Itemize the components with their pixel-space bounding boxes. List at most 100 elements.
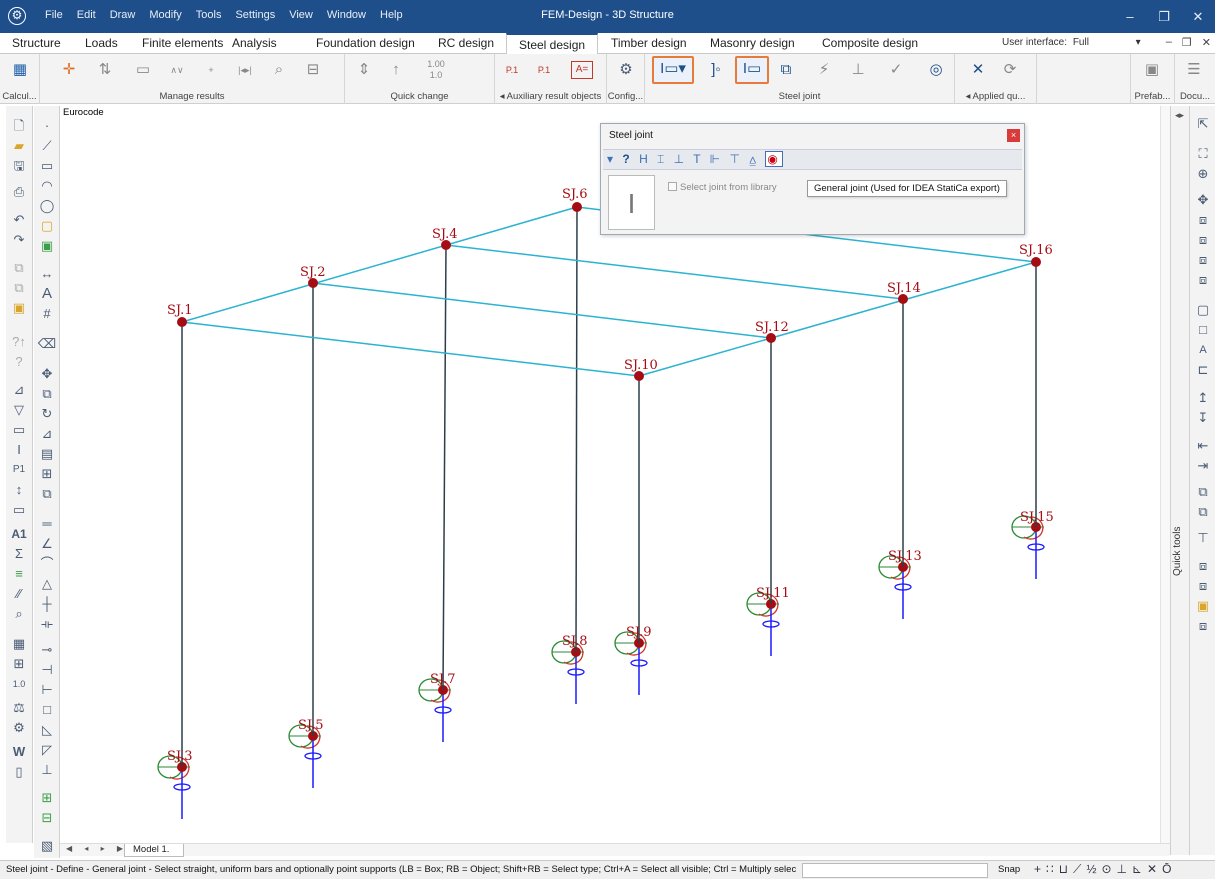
sum-icon[interactable]: Σ bbox=[9, 544, 29, 564]
pick-joint-icon[interactable]: ▾ bbox=[607, 152, 616, 166]
weight-icon[interactable]: ⚖ bbox=[9, 698, 29, 718]
dialog-close-button[interactable]: × bbox=[1007, 129, 1020, 142]
move-icon[interactable]: ✥ bbox=[37, 364, 57, 384]
fillet-icon[interactable]: ◺ bbox=[37, 720, 57, 740]
word-export-icon[interactable]: W bbox=[9, 742, 29, 762]
spiral-icon[interactable]: ◎ bbox=[925, 59, 947, 81]
search-icon[interactable]: ⌕ bbox=[268, 59, 290, 81]
pin-icon[interactable]: ◂▸ bbox=[1175, 110, 1184, 121]
redo-icon[interactable]: ↷ bbox=[9, 230, 29, 250]
joint-sj16[interactable] bbox=[1031, 257, 1041, 267]
point-label-icon[interactable]: P.1 bbox=[501, 59, 523, 81]
snap-point-icon[interactable]: + bbox=[1034, 862, 1046, 876]
save-icon[interactable]: 🖫 bbox=[9, 156, 29, 176]
checkbox-icon[interactable] bbox=[668, 182, 677, 191]
query-icon[interactable]: ?↑ bbox=[9, 332, 29, 352]
view-side-icon[interactable]: ⧈ bbox=[1193, 250, 1213, 270]
shaded-icon[interactable]: ▣ bbox=[1193, 596, 1213, 616]
line-label-icon[interactable]: P.1 bbox=[533, 59, 555, 81]
display-icon[interactable]: ▭ bbox=[132, 59, 154, 81]
view-front-icon[interactable]: ⧈ bbox=[1193, 230, 1213, 250]
tab-model-1[interactable]: Model 1. bbox=[124, 844, 185, 857]
select-icon[interactable]: ⇱ bbox=[1193, 114, 1213, 134]
snap-line-icon[interactable]: ⟋ bbox=[1073, 862, 1086, 876]
measure-angle-icon[interactable]: ⊿ bbox=[9, 380, 29, 400]
app-logo-icon[interactable]: ⚙ bbox=[8, 7, 26, 25]
joint-type-dropdown[interactable]: I▭▾ bbox=[652, 56, 694, 84]
chevron-down-icon[interactable]: ▾ bbox=[1136, 37, 1141, 48]
frame-icon[interactable]: ⊟ bbox=[302, 59, 324, 81]
hidden-line-icon[interactable]: ⧈ bbox=[1193, 616, 1213, 636]
beam-sj1-sj10[interactable] bbox=[181, 321, 640, 377]
scale-icon[interactable]: 1.0 bbox=[9, 674, 29, 694]
menu-file[interactable]: File bbox=[38, 9, 70, 21]
symbol-icon[interactable]: ⊏ bbox=[1193, 360, 1213, 380]
beam-sj4-sj14[interactable] bbox=[445, 244, 904, 300]
beam-front-right[interactable] bbox=[638, 261, 1037, 377]
cross-icon[interactable]: ┼ bbox=[37, 594, 57, 614]
support-icon[interactable]: ⊥ bbox=[847, 59, 869, 81]
arrows-icon[interactable]: ⇅ bbox=[94, 59, 116, 81]
parallel-icon[interactable]: ═ bbox=[37, 514, 57, 534]
joint-sj6[interactable] bbox=[572, 202, 582, 212]
arc-tool-icon[interactable]: ⌒ bbox=[37, 554, 57, 574]
offset-icon[interactable]: ⧉ bbox=[37, 484, 57, 504]
tab-structure[interactable]: Structure bbox=[12, 36, 61, 50]
line-icon[interactable]: ⟋ bbox=[37, 136, 57, 156]
extend-icon[interactable]: ⊣ bbox=[37, 660, 57, 680]
box-icon[interactable]: ▣ bbox=[37, 236, 57, 256]
text-toggle-icon[interactable]: A bbox=[1193, 340, 1213, 360]
rotate-icon[interactable]: ↻ bbox=[37, 404, 57, 424]
new-file-icon[interactable]: 🗋 bbox=[9, 116, 29, 136]
print-icon[interactable]: ⎙ bbox=[9, 182, 29, 202]
document-view-icon[interactable]: ▯ bbox=[9, 762, 29, 782]
hash-icon[interactable]: # bbox=[37, 304, 57, 324]
triangle-icon[interactable]: △ bbox=[37, 574, 57, 594]
brace-icon[interactable]: ⩠ bbox=[749, 152, 759, 166]
snap-perp-icon[interactable]: ⊥ bbox=[1117, 862, 1132, 876]
beam-sj2-sj12[interactable] bbox=[312, 282, 772, 339]
gear-icon[interactable]: ⚙ bbox=[615, 59, 637, 81]
joint-sj1[interactable] bbox=[177, 317, 187, 327]
column-sj6-sj8[interactable] bbox=[575, 206, 578, 653]
help-query-icon[interactable]: ? bbox=[9, 352, 29, 372]
clipboard-icon[interactable]: ▣ bbox=[9, 298, 29, 318]
tab-loads[interactable]: Loads bbox=[85, 36, 118, 50]
coordinate-input[interactable] bbox=[802, 863, 988, 878]
wireframe-icon[interactable]: ⧈ bbox=[1193, 576, 1213, 596]
group-icon[interactable]: ⊞ bbox=[37, 788, 57, 808]
region-icon[interactable]: ▢ bbox=[37, 216, 57, 236]
base-plate-icon[interactable]: ⊥ bbox=[674, 152, 687, 166]
scale-up-icon[interactable]: ∧∨ bbox=[166, 59, 188, 81]
calculator-icon[interactable]: ▦ bbox=[9, 59, 31, 81]
beam-front-left[interactable] bbox=[181, 206, 578, 323]
explode-icon[interactable]: ⊥ bbox=[37, 760, 57, 780]
snap-end-icon[interactable]: ⊔ bbox=[1059, 862, 1073, 876]
ungroup-icon[interactable]: ⊟ bbox=[37, 808, 57, 828]
view-plane-icon[interactable]: □ bbox=[1193, 320, 1213, 340]
move-up-icon[interactable]: ↥ bbox=[1193, 388, 1213, 408]
dimension-icon[interactable]: ↕ bbox=[9, 480, 29, 500]
settings-icon[interactable]: ⚙ bbox=[9, 718, 29, 738]
tee-joint-icon[interactable]: T bbox=[693, 152, 703, 166]
add-result-icon[interactable]: ✛ bbox=[58, 59, 80, 81]
pan-icon[interactable]: ✥ bbox=[1193, 190, 1213, 210]
vertical-scrollbar[interactable] bbox=[1160, 106, 1170, 843]
array-icon[interactable]: ▤ bbox=[37, 444, 57, 464]
menu-window[interactable]: Window bbox=[320, 9, 373, 21]
divide-icon[interactable]: ⟛ bbox=[37, 614, 57, 634]
snap-corner-icon[interactable]: ⊾ bbox=[1132, 862, 1147, 876]
column-sj4-sj7[interactable] bbox=[442, 244, 447, 691]
restore-button[interactable]: ❐ bbox=[1147, 0, 1181, 33]
user-interface-value[interactable]: Full bbox=[1073, 37, 1133, 48]
splice-icon[interactable]: ⌶ bbox=[657, 152, 667, 166]
layer-down-icon[interactable]: ⧉ bbox=[1193, 502, 1213, 522]
remove-icon[interactable]: ✕ bbox=[967, 59, 989, 81]
tab-finite-elements[interactable]: Finite elements bbox=[142, 36, 223, 50]
grid-icon[interactable]: ▦ bbox=[9, 634, 29, 654]
filter-view-icon[interactable]: ⊤ bbox=[1193, 528, 1213, 548]
tab-foundation-design[interactable]: Foundation design bbox=[316, 36, 415, 50]
snap-tangent-icon[interactable]: Ō bbox=[1162, 862, 1176, 876]
point-label-tool-icon[interactable]: P1 bbox=[9, 460, 29, 480]
text-style-icon[interactable]: A1 bbox=[9, 524, 29, 544]
